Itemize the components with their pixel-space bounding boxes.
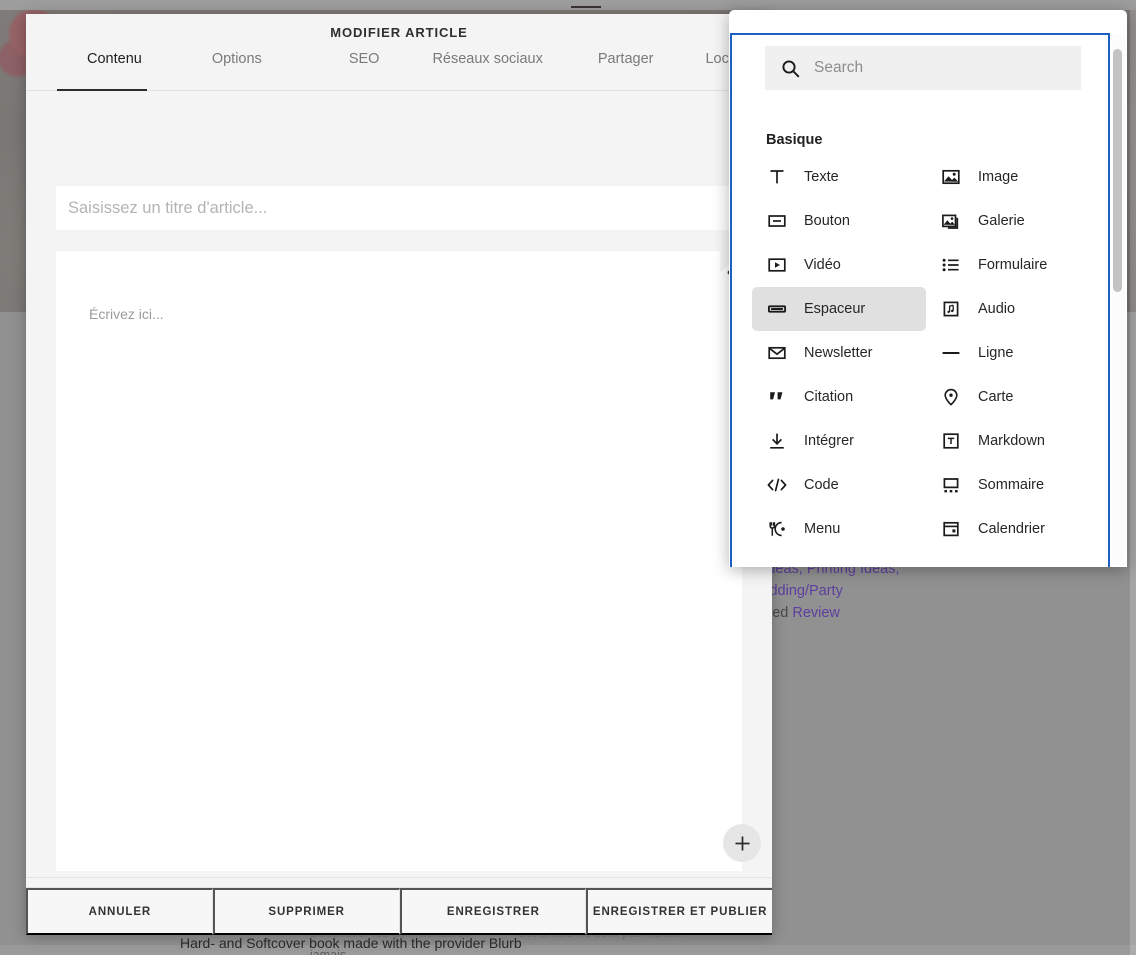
browser-top-bar xyxy=(0,0,1136,10)
audio-icon xyxy=(941,299,961,319)
summary-icon xyxy=(941,475,961,495)
block-label: Bouton xyxy=(804,213,850,229)
tab-options[interactable]: Options xyxy=(212,51,262,90)
modal-tabs: Contenu Options SEO Réseaux sociaux Part… xyxy=(26,51,772,91)
comments-never-link[interactable]: jamais xyxy=(310,948,346,955)
calendar-icon xyxy=(941,519,961,539)
block-picker-content: Basique Texte Image Bouton Galerie xyxy=(730,33,1110,567)
block-label: Sommaire xyxy=(978,477,1045,493)
block-item-bouton[interactable]: Bouton xyxy=(752,199,926,243)
tab-seo[interactable]: SEO xyxy=(349,51,380,90)
tab-contenu[interactable]: Contenu xyxy=(87,51,142,90)
code-icon xyxy=(767,475,787,495)
block-label: Image xyxy=(978,169,1019,185)
map-pin-icon xyxy=(941,387,961,407)
block-label: Markdown xyxy=(978,433,1045,449)
line-icon xyxy=(941,343,961,363)
save-and-publish-button[interactable]: ENREGISTRER ET PUBLIER xyxy=(586,888,772,935)
block-item-graphique[interactable]: Graphique xyxy=(926,551,1100,567)
newsletter-icon xyxy=(767,343,787,363)
block-label: Carte xyxy=(978,389,1014,405)
block-label: Code xyxy=(804,477,839,493)
block-label: Audio xyxy=(978,301,1016,317)
tab-partager[interactable]: Partager xyxy=(598,51,654,90)
block-item-markdown[interactable]: Markdown xyxy=(926,419,1100,463)
block-item-carte[interactable]: Carte xyxy=(926,375,1100,419)
block-label: Newsletter xyxy=(804,345,873,361)
block-item-citation[interactable]: Citation xyxy=(752,375,926,419)
plus-icon xyxy=(735,836,749,850)
tagged-link[interactable]: Review xyxy=(792,605,840,621)
add-block-button[interactable] xyxy=(723,824,761,862)
block-item-sommaire[interactable]: Sommaire xyxy=(926,463,1100,507)
block-label: Graphique xyxy=(978,565,1046,567)
block-item-galerie[interactable]: Galerie xyxy=(926,199,1100,243)
cancel-button[interactable]: ANNULER xyxy=(26,888,213,935)
block-item-video[interactable]: Vidéo xyxy=(752,243,926,287)
comments-period: . xyxy=(346,948,350,955)
block-label: Calendrier xyxy=(978,521,1045,537)
article-content-editor[interactable]: Écrivez ici... xyxy=(56,251,761,871)
text-icon xyxy=(767,167,787,187)
block-category-label: Basique xyxy=(766,132,823,148)
block-picker-scrollbar[interactable] xyxy=(1112,34,1125,565)
block-item-espaceur[interactable]: Espaceur xyxy=(752,287,926,331)
tab-reseaux-sociaux[interactable]: Réseaux sociaux xyxy=(432,51,542,90)
block-label: Galerie xyxy=(978,213,1025,229)
block-item-liens-sociaux[interactable]: Liens sociaux xyxy=(752,551,926,567)
background-tags-text: ift Ideas, Printing Ideas, Wedding/Party… xyxy=(748,558,948,624)
search-icon xyxy=(782,59,800,77)
menu-food-icon xyxy=(767,519,787,539)
block-picker-popup: Basique Texte Image Bouton Galerie xyxy=(729,10,1127,567)
block-label: Texte xyxy=(804,169,839,185)
block-label: Espaceur xyxy=(804,301,866,317)
block-picker-scroll-thumb[interactable] xyxy=(1113,49,1122,292)
block-item-newsletter[interactable]: Newsletter xyxy=(752,331,926,375)
embed-icon xyxy=(767,431,787,451)
button-icon xyxy=(767,211,787,231)
chart-icon xyxy=(941,563,961,567)
quote-icon xyxy=(767,387,787,407)
background-tag-line-2: Wedding/Party xyxy=(748,583,843,599)
block-label: Ligne xyxy=(978,345,1014,361)
block-search-input[interactable] xyxy=(814,59,1054,77)
block-item-integrer[interactable]: Intégrer xyxy=(752,419,926,463)
article-title-input[interactable] xyxy=(56,186,742,230)
markdown-icon xyxy=(941,431,961,451)
modal-body: 1 Écrivez ici... TAGS + xyxy=(26,91,772,955)
page-scrollbar[interactable] xyxy=(1130,10,1136,955)
block-label: Intégrer xyxy=(804,433,854,449)
modal-actions: ANNULER SUPPRIMER ENREGISTRER ENREGISTRE… xyxy=(26,887,772,935)
delete-button[interactable]: SUPPRIMER xyxy=(212,888,400,935)
block-label: Citation xyxy=(804,389,854,405)
form-icon xyxy=(941,255,961,275)
block-list: Texte Image Bouton Galerie Vidéo Formula… xyxy=(752,155,1100,567)
block-label: Formulaire xyxy=(978,257,1048,273)
block-item-ligne[interactable]: Ligne xyxy=(926,331,1100,375)
gallery-icon xyxy=(941,211,961,231)
block-item-calendrier[interactable]: Calendrier xyxy=(926,507,1100,551)
modal-title: MODIFIER ARTICLE xyxy=(330,25,468,40)
social-links-icon xyxy=(767,563,787,567)
editor-placeholder-text: Écrivez ici... xyxy=(89,306,164,322)
block-label: Vidéo xyxy=(804,257,841,273)
block-item-formulaire[interactable]: Formulaire xyxy=(926,243,1100,287)
block-label: Liens sociaux xyxy=(804,565,892,567)
block-item-menu[interactable]: Menu xyxy=(752,507,926,551)
spacer-icon xyxy=(767,299,787,319)
block-item-image[interactable]: Image xyxy=(926,155,1100,199)
save-button[interactable]: ENREGISTRER xyxy=(399,888,587,935)
screen: ift Ideas, Printing Ideas, Wedding/Party… xyxy=(0,0,1136,955)
image-icon xyxy=(941,167,961,187)
top-bar-marker xyxy=(571,6,601,8)
block-item-code[interactable]: Code xyxy=(752,463,926,507)
background-tagged-line: agged Review xyxy=(748,602,948,624)
edit-article-modal: MODIFIER ARTICLE Contenu Options SEO Rés… xyxy=(26,14,772,955)
video-icon xyxy=(767,255,787,275)
block-label: Menu xyxy=(804,521,841,537)
block-item-texte[interactable]: Texte xyxy=(752,155,926,199)
block-item-audio[interactable]: Audio xyxy=(926,287,1100,331)
block-search-field[interactable] xyxy=(765,46,1081,90)
